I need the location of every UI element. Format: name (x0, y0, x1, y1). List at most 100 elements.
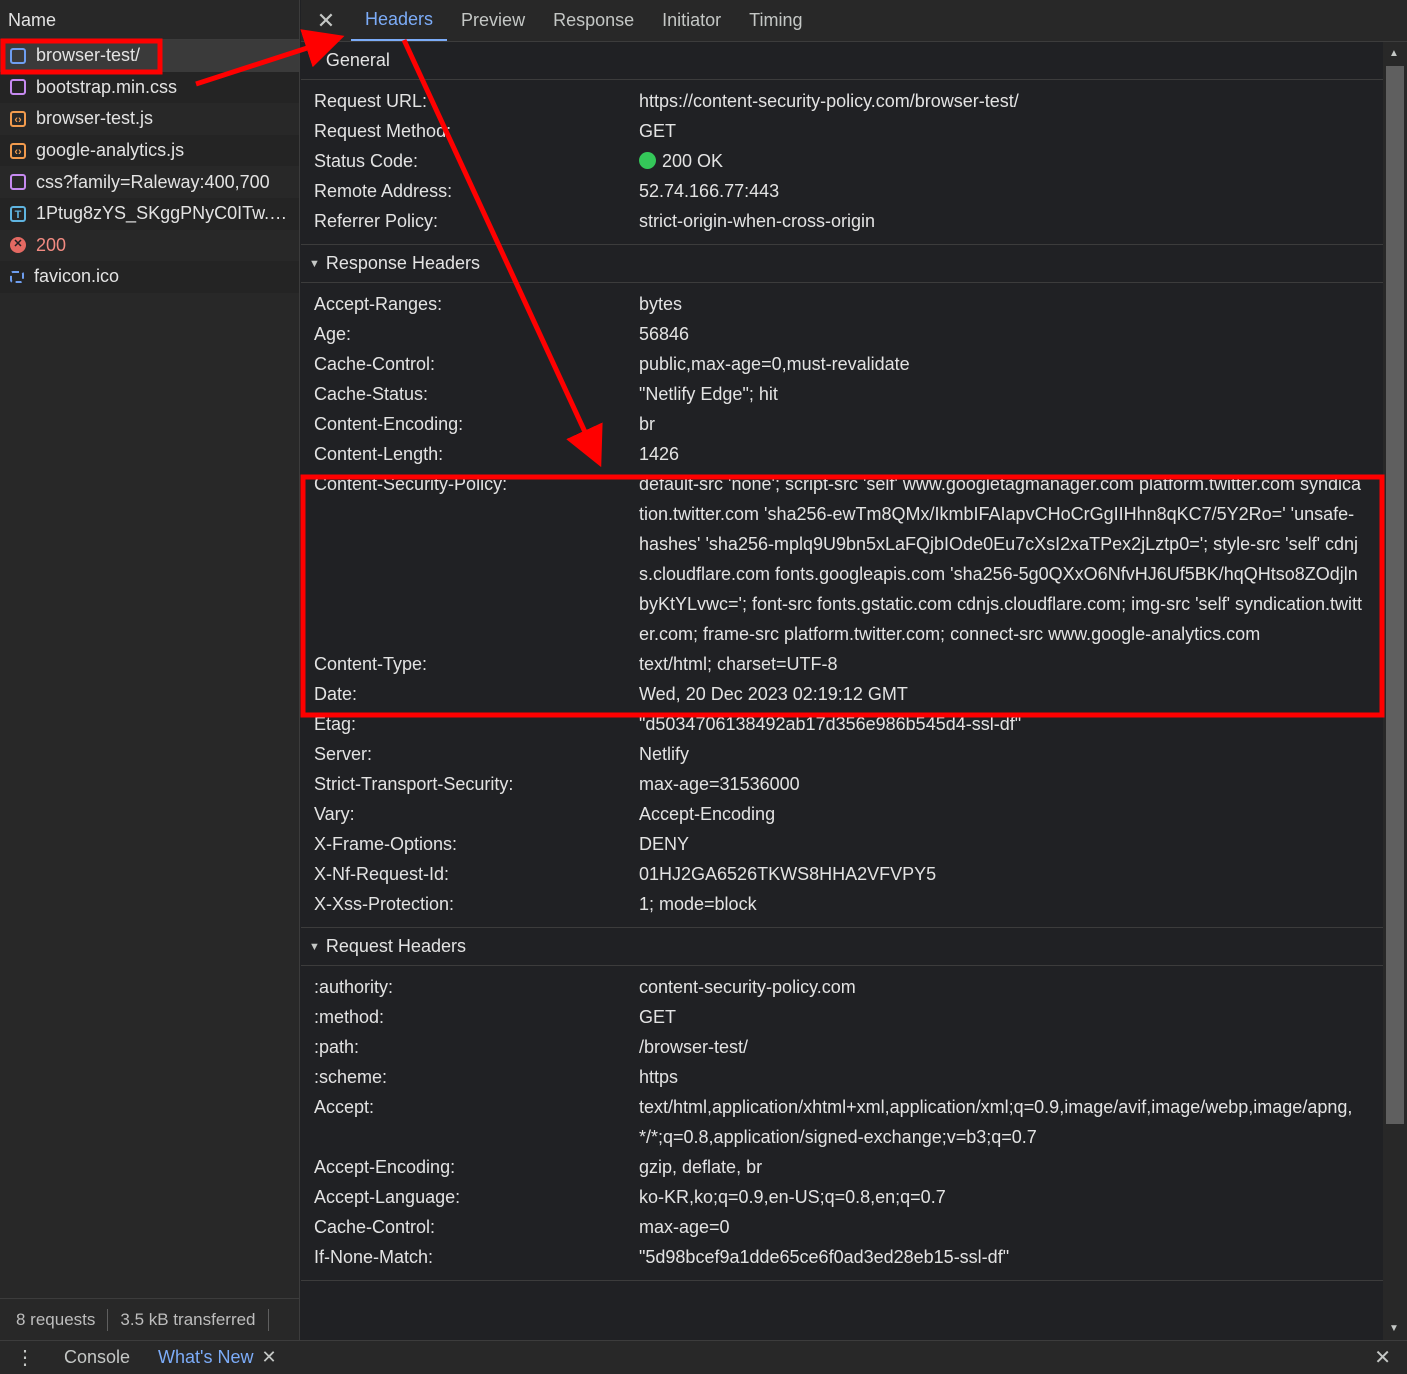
header-name: X-Xss-Protection: (314, 894, 455, 914)
header-row: Content-Type: text/html; charset=UTF-8 (301, 649, 1383, 679)
header-value: "d5034706138492ab17d356e986b545d4-ssl-df… (639, 714, 1022, 734)
header-name: Content-Type: (314, 654, 428, 674)
close-icon[interactable]: ✕ (301, 0, 351, 41)
request-name: browser-test/ (36, 45, 141, 66)
detail-tab-bar: ✕ Headers Preview Response Initiator Tim… (301, 0, 1407, 42)
header-value: GET (639, 121, 677, 141)
header-name: Content-Encoding: (314, 414, 464, 434)
header-row: If-None-Match: "5d98bcef9a1dde65ce6f0ad3e… (301, 1242, 1383, 1272)
header-name: Accept: (314, 1097, 375, 1117)
request-row[interactable]: css?family=Raleway:400,700 (0, 166, 299, 198)
header-value: 01HJ2GA6526TKWS8HHA2VFVPY5 (639, 864, 937, 884)
header-value: default-src 'none'; script-src 'self' ww… (639, 474, 1363, 644)
drawer-tab-console[interactable]: Console (50, 1347, 144, 1368)
section-title: Request Headers (325, 936, 466, 956)
request-row[interactable]: favicon.ico (0, 261, 299, 293)
header-row: Age: 56846 (301, 319, 1383, 349)
tab-preview[interactable]: Preview (447, 0, 539, 41)
request-row[interactable]: ‹› browser-test.js (0, 103, 299, 135)
header-value: 1426 (639, 444, 680, 464)
request-row[interactable]: bootstrap.min.css (0, 71, 299, 104)
header-value: "Netlify Edge"; hit (639, 384, 778, 404)
header-row: Cache-Control: public,max-age=0,must-reva… (301, 349, 1383, 379)
header-value: max-age=31536000 (639, 774, 800, 794)
header-row: :method: GET (301, 1002, 1383, 1032)
general-section-header[interactable]: ▼ General (301, 42, 1383, 80)
header-value: text/html,application/xhtml+xml,applicat… (639, 1097, 1353, 1147)
header-row: Strict-Transport-Security: max-age=315360… (301, 769, 1383, 799)
header-value: Accept-Encoding (639, 804, 776, 824)
request-row[interactable]: ‹› google-analytics.js (0, 134, 299, 167)
header-value: 52.74.166.77:443 (639, 181, 780, 201)
request-list: browser-test/bootstrap.min.css ‹› browser-… (0, 40, 299, 293)
header-name: :authority: (314, 977, 394, 997)
header-name: :path: (314, 1037, 360, 1057)
header-row: :authority: content-security-policy.com (301, 972, 1383, 1002)
vertical-scrollbar[interactable]: ▲ ▼ (1383, 42, 1407, 1340)
header-row: Content-Security-Policy: default-src 'non… (301, 469, 1383, 649)
scroll-up-icon[interactable]: ▲ (1389, 48, 1399, 59)
more-options-icon[interactable]: ⋮ (0, 1345, 50, 1370)
header-row: Date: Wed, 20 Dec 2023 02:19:12 GMT (301, 679, 1383, 709)
header-row: Accept: text/html,application/xhtml+xml,a… (301, 1092, 1383, 1152)
request-headers-section-header[interactable]: ▼ Request Headers (301, 928, 1383, 966)
header-value: 200 OK (639, 146, 1383, 176)
header-row: Accept-Encoding: gzip, deflate, br (301, 1152, 1383, 1182)
divider (107, 1308, 109, 1331)
header-name: Server: (314, 744, 373, 764)
header-value: Netlify (639, 744, 690, 764)
request-name: 1Ptug8zYS_SKggPNyC0ITw.wof... (36, 203, 299, 224)
section-title: Response Headers (325, 253, 480, 273)
drawer-tab-whats-new[interactable]: What's New (144, 1347, 267, 1368)
header-name: Content-Security-Policy: (314, 474, 508, 494)
tab-response[interactable]: Response (539, 0, 648, 41)
document-icon (10, 47, 26, 64)
header-name: Accept-Encoding: (314, 1157, 456, 1177)
request-name: bootstrap.min.css (36, 76, 178, 97)
header-row: Request Method: GET (301, 116, 1383, 146)
request-row[interactable]: T 1Ptug8zYS_SKggPNyC0ITw.wof... (0, 197, 299, 230)
tab-timing[interactable]: Timing (735, 0, 816, 41)
header-name: X-Frame-Options: (314, 834, 458, 854)
header-row: Referrer Policy: strict-origin-when-cross… (301, 206, 1383, 236)
response-headers-section-header[interactable]: ▼ Response Headers (301, 245, 1383, 283)
triangle-down-icon: ▼ (309, 257, 320, 270)
header-value: bytes (639, 294, 683, 314)
header-value: max-age=0 (639, 1217, 730, 1237)
header-row: Cache-Control: max-age=0 (301, 1212, 1383, 1242)
request-list-panel: Name browser-test/bootstrap.min.css ‹› bro… (0, 0, 300, 1340)
header-value: 56846 (639, 324, 690, 344)
header-name: Cache-Control: (314, 354, 436, 374)
request-row[interactable]: ✕ 200 (0, 230, 299, 262)
header-value: GET (639, 1007, 677, 1027)
close-drawer-icon[interactable]: ✕ (1374, 1345, 1391, 1370)
transferred-size: 3.5 kB transferred (120, 1309, 256, 1329)
status-code-text: 200 OK (662, 151, 724, 171)
error-icon: ✕ (10, 237, 26, 254)
network-summary-bar: 8 requests 3.5 kB transferred (0, 1298, 299, 1340)
header-value: DENY (639, 834, 690, 854)
header-name: Date: (314, 684, 358, 704)
name-column-header[interactable]: Name (0, 0, 299, 40)
header-name: Age: (314, 324, 352, 344)
divider (267, 1308, 269, 1331)
tab-headers[interactable]: Headers (351, 0, 448, 41)
request-count: 8 requests (16, 1309, 96, 1329)
header-name: :method: (314, 1007, 385, 1027)
close-tab-icon[interactable]: ✕ (262, 1347, 277, 1368)
header-value: 1; mode=block (639, 894, 757, 914)
script-icon: ‹› (10, 110, 26, 127)
header-row: Accept-Ranges: bytes (301, 289, 1383, 319)
request-name: browser-test.js (36, 108, 154, 129)
script-icon: ‹› (10, 142, 26, 159)
scroll-down-icon[interactable]: ▼ (1389, 1323, 1399, 1334)
status-ok-icon (639, 152, 656, 169)
request-name: css?family=Raleway:400,700 (36, 171, 270, 192)
request-row[interactable]: browser-test/ (0, 40, 299, 72)
scroll-thumb[interactable] (1386, 66, 1404, 1124)
header-name: Etag: (314, 714, 357, 734)
header-name: Status Code: (314, 151, 419, 171)
tab-initiator[interactable]: Initiator (648, 0, 735, 41)
stylesheet-icon (10, 174, 26, 191)
header-row: :path: /browser-test/ (301, 1032, 1383, 1062)
